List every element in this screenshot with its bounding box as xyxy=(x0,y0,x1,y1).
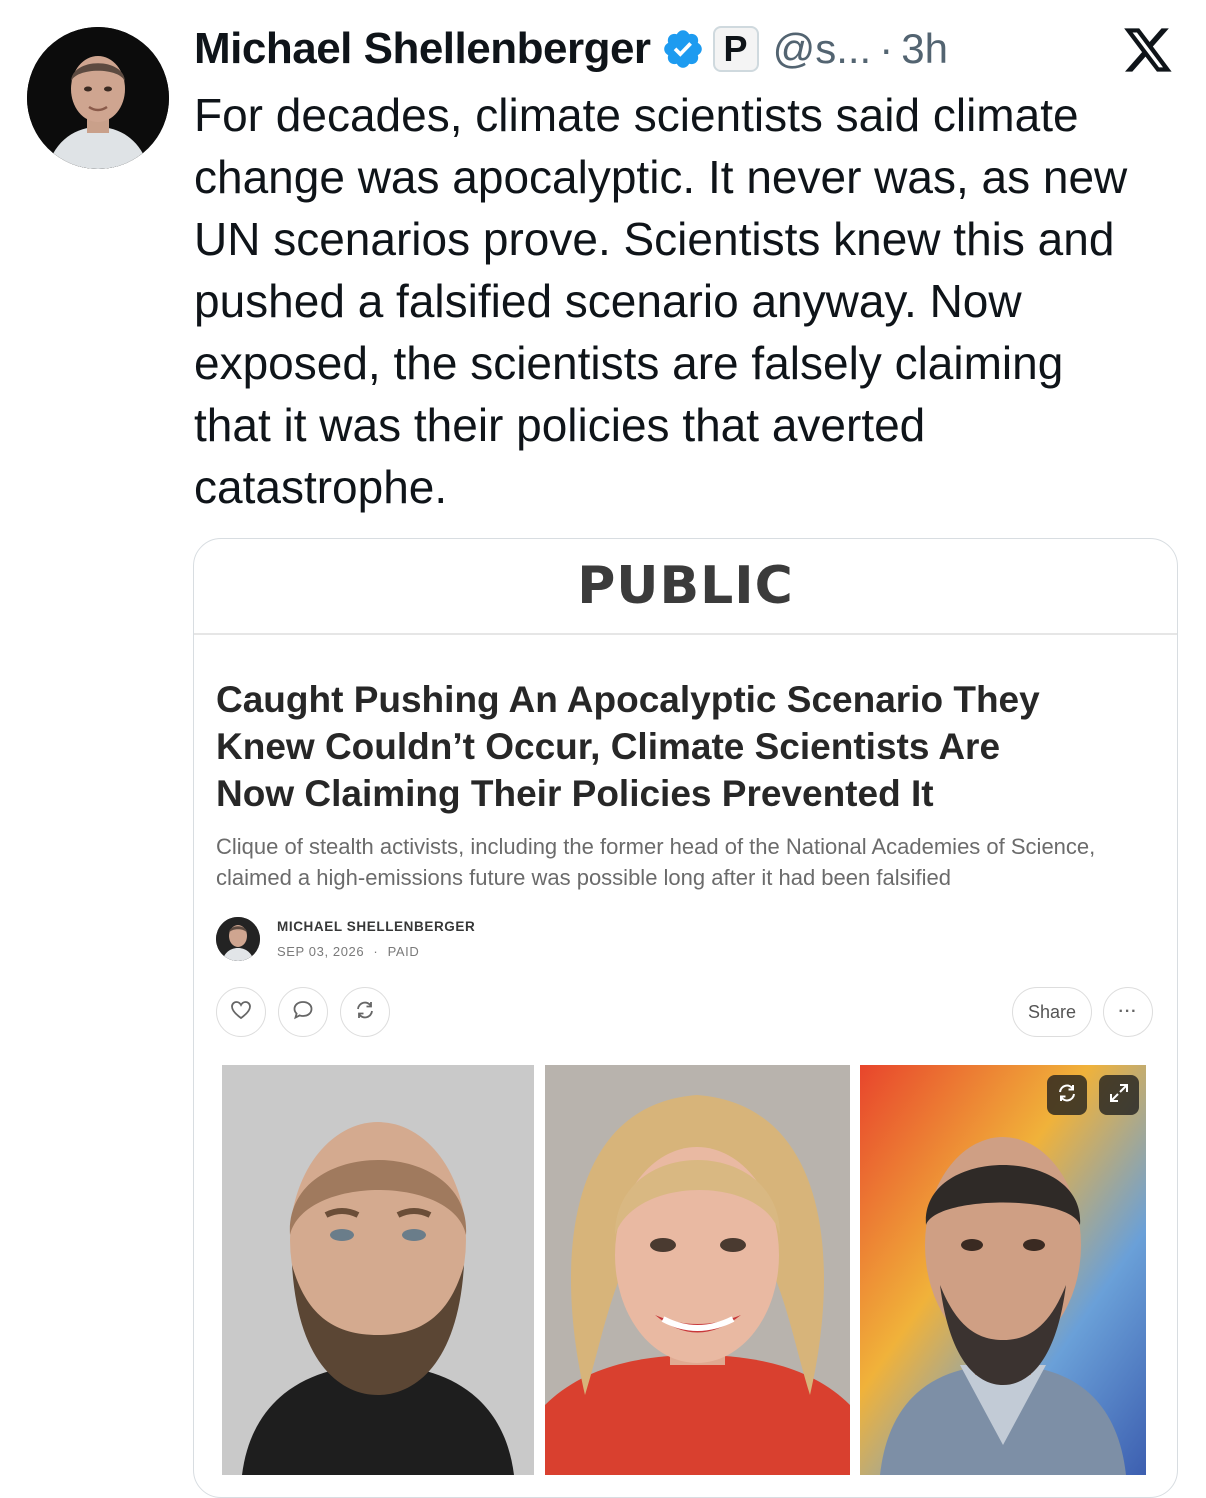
publication-name: PUBLIC xyxy=(194,539,1177,635)
heart-icon xyxy=(229,998,253,1027)
byline-meta: SEP 03, 2026 · PAID xyxy=(277,944,419,959)
article-card[interactable]: PUBLIC Caught Pushing An Apocalyptic Sce… xyxy=(193,538,1178,1498)
publish-date: SEP 03, 2026 xyxy=(277,944,365,959)
restack-icon xyxy=(353,998,377,1027)
more-options-button[interactable]: ··· xyxy=(1103,987,1153,1037)
share-button[interactable]: Share xyxy=(1012,987,1092,1037)
expand-button[interactable] xyxy=(1099,1075,1139,1115)
like-button[interactable] xyxy=(216,987,266,1037)
tweet-timestamp[interactable]: 3h xyxy=(901,25,948,73)
article-title[interactable]: Caught Pushing An Apocalyptic Scenario T… xyxy=(216,676,1156,817)
refresh-button[interactable] xyxy=(1047,1075,1087,1115)
expand-icon xyxy=(1107,1081,1131,1110)
author-name[interactable]: Michael Shellenberger xyxy=(194,24,651,74)
separator-dot: · xyxy=(879,25,894,72)
article-photo-3 xyxy=(860,1065,1146,1475)
tweet-text: For decades, climate scientists said cli… xyxy=(194,89,1128,513)
comment-button[interactable] xyxy=(278,987,328,1037)
restack-button[interactable] xyxy=(340,987,390,1037)
x-logo-icon xyxy=(1122,26,1174,74)
paid-label: PAID xyxy=(387,944,420,959)
byline-separator: · xyxy=(373,944,379,959)
byline-avatar xyxy=(216,917,260,961)
verified-badge-icon[interactable] xyxy=(661,27,705,71)
author-handle[interactable]: @s... xyxy=(773,25,872,73)
comment-icon xyxy=(291,998,315,1027)
tweet-header: Michael Shellenberger P @s... · 3h xyxy=(194,20,948,78)
article-photo-2 xyxy=(545,1065,850,1475)
article-subtitle: Clique of stealth activists, including t… xyxy=(216,834,1096,890)
article-photo-1 xyxy=(222,1065,534,1475)
affiliate-badge[interactable]: P xyxy=(712,26,759,72)
author-avatar[interactable] xyxy=(27,27,169,169)
byline-author: MICHAEL SHELLENBERGER xyxy=(277,919,476,934)
refresh-icon xyxy=(1055,1081,1079,1110)
